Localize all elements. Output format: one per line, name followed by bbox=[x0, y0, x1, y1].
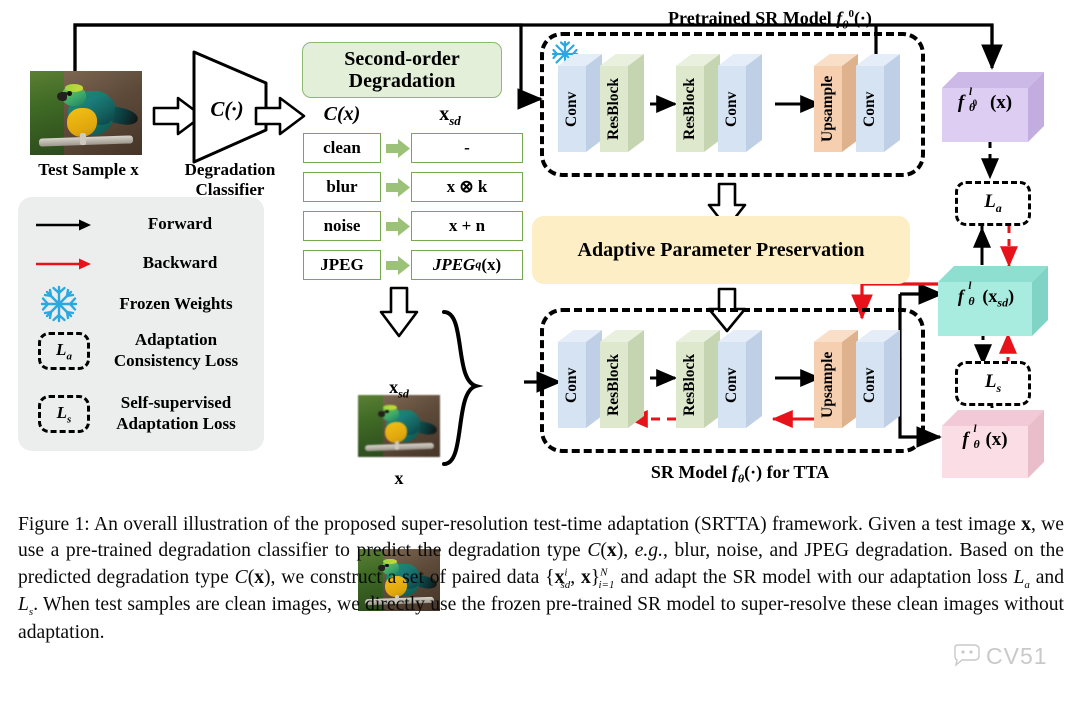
row-arrow-jpeg bbox=[386, 256, 410, 275]
pair-brace bbox=[442, 310, 484, 466]
original-sample-label: x bbox=[394, 468, 404, 488]
second-order-degradation-header: Second-order Degradation bbox=[302, 42, 502, 98]
legend-label-ls-line2: Adaptation Loss bbox=[116, 414, 236, 433]
tx-sup: l bbox=[973, 423, 977, 435]
tta-model-title: SR Model fθ(·) for TTA bbox=[560, 462, 920, 486]
legend-label-la-line2: Consistency Loss bbox=[113, 351, 239, 370]
degradation-col1-header: C(x) bbox=[323, 103, 361, 125]
loss-ls-icon: Ls bbox=[38, 395, 90, 433]
chat-bubble-icon bbox=[954, 644, 980, 667]
legend-label-frozen: Frozen Weights bbox=[119, 294, 233, 313]
ts-sup: l bbox=[968, 280, 972, 292]
pm-title-post: (·) bbox=[853, 8, 872, 28]
app-banner-label: Adaptive Parameter Preservation bbox=[577, 238, 865, 261]
la-sub: a bbox=[995, 201, 1002, 216]
pretrained-layer-label-5: Conv bbox=[861, 91, 878, 127]
tx-sub: θ bbox=[973, 437, 980, 451]
tx-f: f bbox=[962, 429, 969, 450]
ts-f: f bbox=[957, 286, 964, 306]
degradation-title-line2: Degradation bbox=[348, 70, 456, 92]
legend-la-symbol: L bbox=[56, 339, 67, 359]
degradation-type-blur: blur bbox=[303, 172, 381, 202]
black-arrow-icon bbox=[36, 219, 91, 231]
po-f: f bbox=[957, 92, 965, 113]
open-arrow-down-degradation bbox=[379, 286, 419, 338]
legend-label-ls-line1: Self-supervised bbox=[120, 393, 232, 412]
legend-label-forward: Forward bbox=[147, 214, 213, 233]
legend-ls-symbol: L bbox=[56, 402, 68, 422]
watermark-text: CV51 bbox=[986, 642, 1048, 669]
jpeg-base: JPEG bbox=[432, 255, 476, 275]
figure-diagram: Test Sample x C(·) Degradation Classifie… bbox=[0, 0, 1080, 611]
row-arrow-clean bbox=[386, 139, 410, 158]
degraded-sample-label: xsd bbox=[358, 377, 440, 401]
legend-label-la-line1: Adaptation bbox=[134, 330, 218, 349]
classifier-label-line1: Degradation bbox=[184, 160, 276, 179]
tta-layer-label-2: ResBlock bbox=[681, 354, 698, 416]
pretrained-layer-label-2: ResBlock bbox=[681, 78, 698, 140]
row-arrow-noise bbox=[386, 217, 410, 236]
pretrained-output-label: flθ0 (x) bbox=[942, 86, 1028, 114]
test-sample-label: Test Sample x bbox=[38, 160, 139, 179]
pretrained-model-title: Pretrained SR Model fθ0(·) bbox=[560, 8, 980, 32]
pretrained-layer-label-0: Conv bbox=[563, 91, 580, 127]
adaptation-consistency-loss-node: La bbox=[955, 181, 1031, 226]
degradation-col2-header: xsd bbox=[400, 103, 500, 129]
classifier-symbol: C(·) bbox=[210, 97, 244, 121]
pretrained-layer-label-1: ResBlock bbox=[605, 78, 622, 140]
legend-la-sub: a bbox=[66, 350, 72, 363]
tta-layer-label-1: ResBlock bbox=[605, 354, 622, 416]
jpeg-tail: (x) bbox=[481, 255, 502, 275]
po-sup: l bbox=[968, 86, 973, 98]
caption-prefix: Figure 1: bbox=[18, 514, 90, 535]
legend-snowflake-icon bbox=[40, 285, 78, 323]
ls-symbol: L bbox=[984, 371, 997, 393]
degradation-type-jpeg: JPEG bbox=[303, 250, 381, 280]
loss-la-icon: La bbox=[38, 332, 90, 370]
degradation-type-noise: noise bbox=[303, 211, 381, 241]
adaptive-parameter-preservation-banner: Adaptive Parameter Preservation bbox=[532, 216, 910, 284]
la-symbol: L bbox=[984, 191, 996, 213]
degraded-sample-image bbox=[358, 395, 440, 457]
pm-title-pre: Pretrained SR Model bbox=[668, 8, 837, 28]
ts-sub: θ bbox=[968, 294, 975, 308]
tta-title-post: (·) for TTA bbox=[744, 462, 830, 482]
degradation-result-jpeg: JPEG q (x) bbox=[411, 250, 523, 280]
tta-layer-label-5: Conv bbox=[861, 367, 878, 403]
po-subsup: 0 bbox=[972, 98, 978, 108]
col2-base: x bbox=[439, 103, 450, 125]
tta-layer-label-3: Conv bbox=[723, 367, 740, 403]
col2-sub: sd bbox=[449, 113, 461, 128]
degradation-result-blur: x ⊗ k bbox=[411, 172, 523, 202]
degradation-result-clean: - bbox=[411, 133, 523, 163]
test-sample-image bbox=[30, 71, 142, 155]
degradation-result-noise: x + n bbox=[411, 211, 523, 241]
tta-layer-label-0: Conv bbox=[563, 367, 580, 403]
degradation-type-clean: clean bbox=[303, 133, 381, 163]
tta-title-pre: SR Model bbox=[650, 462, 732, 482]
tta-output-sd-label: flθ (xsd) bbox=[957, 280, 1015, 310]
figure-caption: Figure 1: An overall illustration of the… bbox=[18, 514, 1065, 644]
pretrained-layer-label-3: Conv bbox=[723, 91, 740, 127]
legend-label-backward: Backward bbox=[142, 253, 218, 272]
po-arg: (x) bbox=[989, 92, 1013, 113]
pretrained-layer-label-4: Upsample bbox=[819, 75, 836, 143]
open-arrow-to-degradation bbox=[254, 96, 306, 136]
tx-arg: (x) bbox=[985, 429, 1008, 450]
tta-layer-label-4: Upsample bbox=[819, 351, 836, 419]
self-supervised-adaptation-loss-node: Ls bbox=[955, 361, 1031, 406]
xsd-sub: sd bbox=[398, 386, 409, 401]
xsd-base: x bbox=[389, 377, 399, 397]
row-arrow-blur bbox=[386, 178, 410, 197]
ls-sub: s bbox=[996, 381, 1002, 396]
legend-ls-sub: s bbox=[67, 413, 72, 426]
tta-output-x-label: flθ (x) bbox=[942, 423, 1028, 451]
degradation-title-line1: Second-order bbox=[344, 47, 460, 70]
red-arrow-icon bbox=[36, 258, 91, 270]
